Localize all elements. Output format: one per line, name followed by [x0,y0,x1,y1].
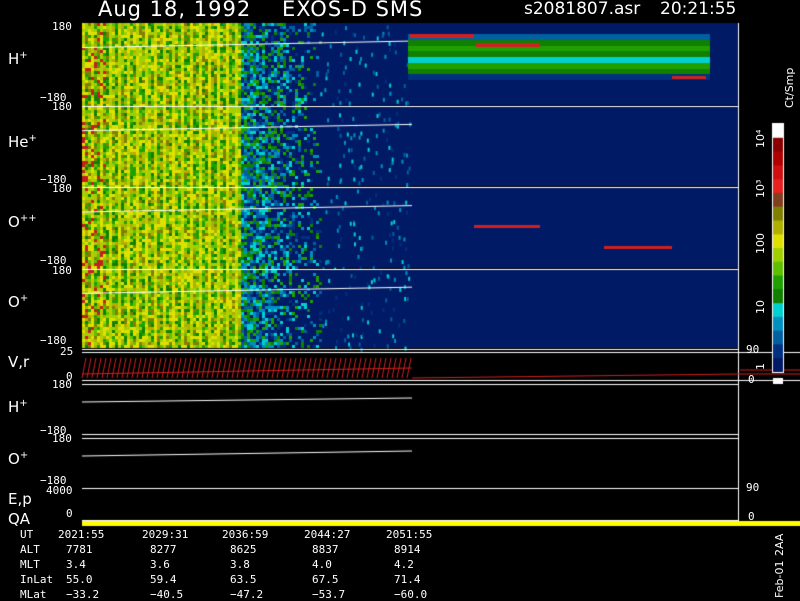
colorbar-unit: Ct/Smp [783,67,796,108]
footer-value: 3.6 [150,558,170,571]
footer-value: 59.4 [150,573,177,586]
footer-label-alt: ALT [20,543,40,556]
panel-o-label: O+ [8,293,29,311]
panel-h-ymax: 180 [52,20,72,33]
panel-ep-ymin: 0 [66,507,73,520]
colorbar-tick-1k: 10³ [754,179,767,198]
panel-h-label: H+ [8,50,28,68]
footer-value: 8914 [394,543,421,556]
footer-value: 3.4 [66,558,86,571]
colorbar-tick-10: 10 [754,300,767,314]
panel-vr-right-bottom: 0 [748,373,755,386]
footer-value: 63.5 [230,573,257,586]
footer-value: 55.0 [66,573,93,586]
stamp-date: Feb-01 [773,560,786,598]
colorbar-tick-1: 1 [754,363,767,370]
footer-value: −47.2 [230,588,264,601]
spectrogram-canvas [0,0,800,600]
footer-value: −53.7 [312,588,346,601]
panel-ep-right-top: 90 [746,481,760,494]
footer-value: 2036:59 [222,528,269,541]
footer-value: 4.0 [312,558,332,571]
footer-value: 4.2 [394,558,414,571]
footer-value: 8837 [312,543,339,556]
panel-he-ymax: 180 [52,100,72,113]
panel-o2-ymax: 180 [52,182,72,195]
footer-label-mlat: MLat [20,588,47,601]
panel-ep-right-bottom: 0 [748,510,755,523]
panel-ep-label: E,p [8,490,32,508]
footer-value: 2051:55 [386,528,433,541]
date-title: Aug 18, 1992 [98,0,252,21]
footer-value: 2029:31 [142,528,189,541]
footer-value: 67.5 [312,573,339,586]
footer-label-ut: UT [20,528,34,541]
colorbar-tick-100: 100 [754,233,767,254]
panel-h2-ymax: 180 [52,378,72,391]
footer-value: 2021:55 [58,528,105,541]
panel-h2-label: H+ [8,398,28,416]
panel-qa-label: QA [8,510,31,528]
footer-value: 2044:27 [304,528,351,541]
footer-value: 8277 [150,543,177,556]
colorbar-tick-10k: 10⁴ [754,129,767,148]
footer-value: −60.0 [394,588,428,601]
panel-vr-label: V,r [8,353,30,371]
footer-value: −40.5 [150,588,184,601]
footer-value: 3.8 [230,558,250,571]
footer-label-mlt: MLT [20,558,40,571]
panel-o-ymax: 180 [52,264,72,277]
panel-o3-label: O+ [8,450,29,468]
time-label: 20:21:55 [660,0,737,19]
footer-label-inlat: InLat [20,573,54,586]
panel-he-label: He+ [8,133,37,151]
panel-o2-label: O++ [8,213,37,231]
footer-value: 7781 [66,543,93,556]
instrument-title: EXOS-D SMS [282,0,424,21]
panel-vr-right-top: 90 [746,343,760,356]
footer-value: 8625 [230,543,257,556]
panel-o3-ymax: 180 [52,432,72,445]
footer-value: −33.2 [66,588,100,601]
stamp-code: 2AA [773,533,786,556]
footer-value: 71.4 [394,573,421,586]
panel-ep-ymax: 4000 [46,484,73,497]
filename-label: s2081807.asr [524,0,641,19]
panel-vr-ymax: 25 [60,345,74,358]
